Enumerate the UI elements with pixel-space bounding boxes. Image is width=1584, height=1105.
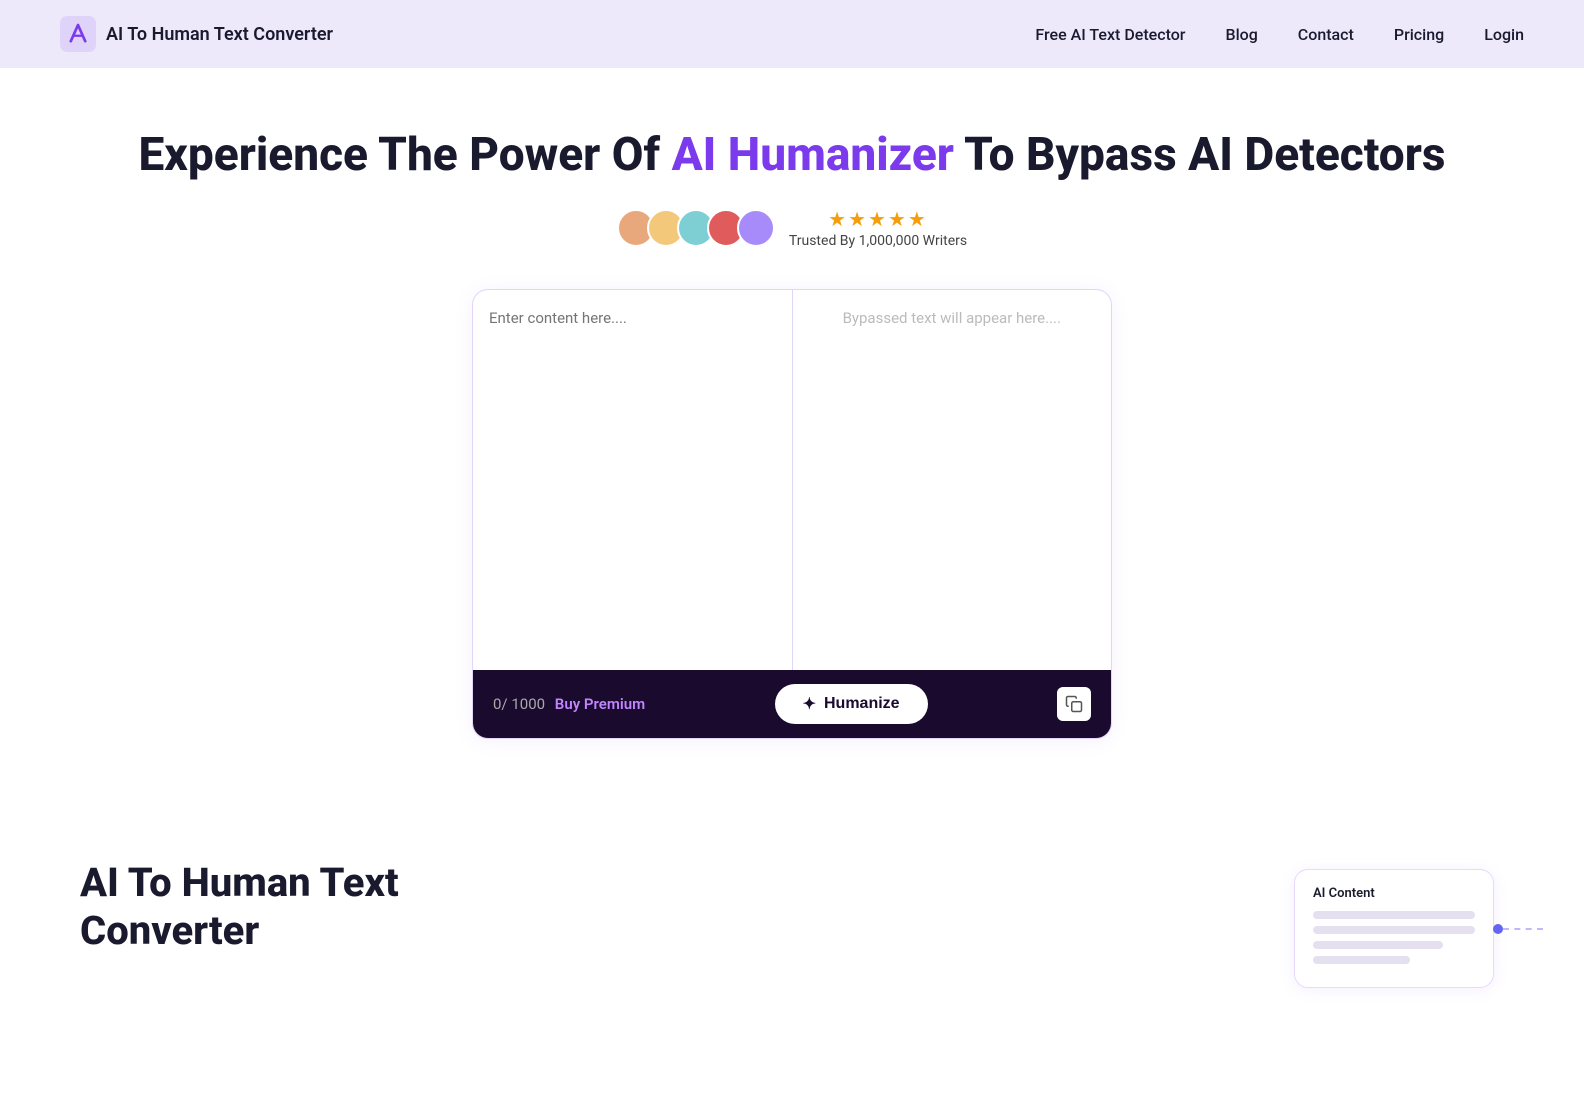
tool-wrapper: Bypassed text will appear here.... 0/ 10…: [452, 289, 1132, 739]
tool-areas: Bypassed text will appear here....: [473, 290, 1111, 670]
trust-info: ★★★★★ Trusted By 1,000,000 Writers: [789, 207, 967, 249]
copy-button[interactable]: [1057, 687, 1091, 721]
bottom-text: AI To Human Text Converter: [80, 859, 1224, 955]
nav-blog[interactable]: Blog: [1225, 25, 1257, 44]
card-line-4: [1313, 956, 1410, 964]
star-rating: ★★★★★: [789, 207, 967, 231]
bottom-title: AI To Human Text Converter: [80, 859, 1224, 955]
nav-login[interactable]: Login: [1484, 25, 1524, 44]
logo-text: AI To Human Text Converter: [106, 24, 333, 45]
nav-contact[interactable]: Contact: [1298, 25, 1354, 44]
humanize-button[interactable]: ✦ Humanize: [775, 684, 928, 724]
logo-link[interactable]: AI To Human Text Converter: [60, 16, 333, 52]
input-area: [473, 290, 793, 670]
card-label: AI Content: [1313, 886, 1475, 901]
navbar: AI To Human Text Converter Free AI Text …: [0, 0, 1584, 68]
word-count: 0/ 1000 Buy Premium: [493, 695, 645, 713]
card-line-1: [1313, 911, 1475, 919]
buy-premium-link[interactable]: Buy Premium: [555, 695, 645, 713]
card-line-3: [1313, 941, 1443, 949]
card-line-2: [1313, 926, 1475, 934]
tool-footer: 0/ 1000 Buy Premium ✦ Humanize: [473, 670, 1111, 738]
content-input[interactable]: [489, 306, 776, 654]
trust-text: Trusted By 1,000,000 Writers: [789, 233, 967, 249]
card-dot: [1493, 924, 1503, 934]
nav-links: Free AI Text Detector Blog Contact Prici…: [1035, 25, 1524, 44]
hero-section: Experience The Power Of AI Humanizer To …: [0, 68, 1584, 839]
trust-row: ★★★★★ Trusted By 1,000,000 Writers: [20, 207, 1564, 249]
output-placeholder: Bypassed text will appear here....: [843, 309, 1061, 327]
avatar-group: [617, 209, 775, 247]
ai-content-card: AI Content: [1294, 869, 1494, 988]
bottom-visual: AI Content: [1284, 859, 1504, 988]
copy-icon: [1065, 695, 1083, 713]
hero-title: Experience The Power Of AI Humanizer To …: [20, 128, 1564, 183]
bottom-section: AI To Human Text Converter AI Content: [0, 839, 1584, 1028]
tool-panel: Bypassed text will appear here.... 0/ 10…: [472, 289, 1112, 739]
logo-icon: [60, 16, 96, 52]
avatar-5: [737, 209, 775, 247]
sparkle-icon: ✦: [803, 694, 816, 714]
output-area: Bypassed text will appear here....: [793, 290, 1112, 670]
nav-free-detector[interactable]: Free AI Text Detector: [1035, 25, 1185, 44]
nav-pricing[interactable]: Pricing: [1394, 25, 1444, 44]
dotted-line: [1503, 928, 1543, 930]
